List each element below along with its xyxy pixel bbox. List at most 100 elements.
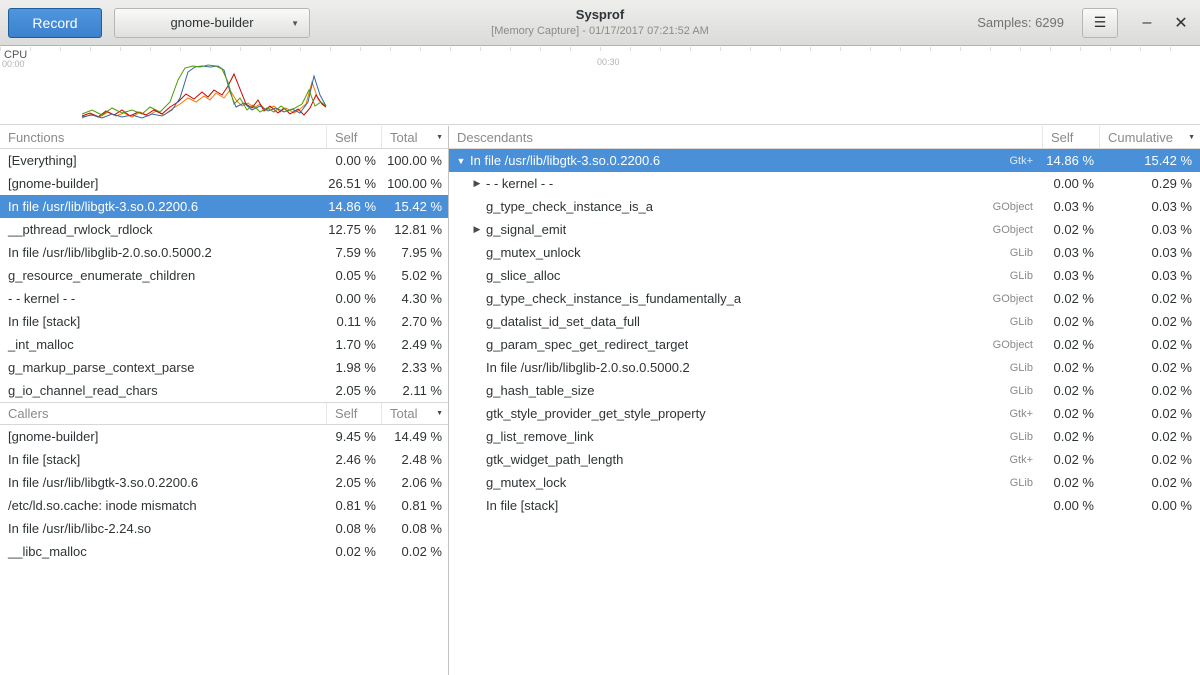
descendant-row[interactable]: In file /usr/lib/libglib-2.0.so.0.5000.2… — [449, 356, 1200, 379]
self-percent: 0.02 % — [1043, 222, 1100, 237]
column-header-self[interactable]: Self — [327, 403, 382, 424]
function-row[interactable]: _int_malloc1.70 %2.49 % — [0, 333, 448, 356]
function-row[interactable]: [Everything]0.00 %100.00 % — [0, 149, 448, 172]
record-button[interactable]: Record — [8, 8, 102, 38]
function-name: g_io_channel_read_chars — [0, 383, 327, 398]
cumulative-percent: 0.02 % — [1100, 314, 1200, 329]
function-row[interactable]: - - kernel - -0.00 %4.30 % — [0, 287, 448, 310]
descendant-row[interactable]: In file [stack]0.00 %0.00 % — [449, 494, 1200, 517]
descendant-row[interactable]: g_type_check_instance_is_aGObject0.03 %0… — [449, 195, 1200, 218]
descendant-row[interactable]: g_type_check_instance_is_fundamentally_a… — [449, 287, 1200, 310]
self-percent: 0.03 % — [1043, 268, 1100, 283]
caller-row[interactable]: In file /usr/lib/libgtk-3.so.0.2200.62.0… — [0, 471, 448, 494]
library-badge: Gtk+ — [1009, 155, 1043, 167]
descendant-name: g_mutex_lock — [486, 475, 566, 490]
descendant-name: - - kernel - - — [486, 176, 553, 191]
library-badge: GLib — [1010, 316, 1043, 328]
close-button[interactable]: ✕ — [1166, 8, 1196, 38]
self-percent: 0.02 % — [327, 544, 382, 559]
expander-icon[interactable]: ▶ — [471, 224, 483, 235]
functions-header: Functions Self Total ▼ — [0, 126, 448, 149]
cumulative-percent: 0.02 % — [1100, 291, 1200, 306]
window-title-block: Sysprof [Memory Capture] - 01/17/2017 07… — [491, 7, 709, 37]
column-header-descendants[interactable]: Descendants — [449, 126, 1043, 148]
caller-row[interactable]: In file [stack]2.46 %2.48 % — [0, 448, 448, 471]
descendant-row[interactable]: ▶- - kernel - -0.00 %0.29 % — [449, 172, 1200, 195]
function-row[interactable]: [gnome-builder]26.51 %100.00 % — [0, 172, 448, 195]
library-badge: GObject — [993, 201, 1043, 213]
descendants-rows: ▼In file /usr/lib/libgtk-3.so.0.2200.6Gt… — [449, 149, 1200, 517]
total-percent: 7.95 % — [382, 245, 448, 260]
self-percent: 9.45 % — [327, 429, 382, 444]
descendant-name: g_param_spec_get_redirect_target — [486, 337, 688, 352]
descendant-name: In file [stack] — [486, 498, 558, 513]
close-icon: ✕ — [1174, 15, 1187, 32]
function-row[interactable]: g_io_channel_read_chars2.05 %2.11 % — [0, 379, 448, 402]
library-badge: GLib — [1010, 270, 1043, 282]
headerbar: Record gnome-builder ▼ Sysprof [Memory C… — [0, 0, 1200, 46]
descendant-row[interactable]: g_datalist_id_set_data_fullGLib0.02 %0.0… — [449, 310, 1200, 333]
cumulative-percent: 0.03 % — [1100, 245, 1200, 260]
total-percent: 2.33 % — [382, 360, 448, 375]
library-badge: GLib — [1010, 385, 1043, 397]
cpu-graph[interactable]: CPU 00:00 00:30 — [0, 47, 1200, 125]
cumulative-percent: 0.03 % — [1100, 268, 1200, 283]
column-header-self[interactable]: Self — [327, 126, 382, 148]
self-percent: 0.02 % — [1043, 429, 1100, 444]
caller-row[interactable]: __libc_malloc0.02 %0.02 % — [0, 540, 448, 563]
self-percent: 14.86 % — [1043, 153, 1100, 168]
self-percent: 0.11 % — [327, 314, 382, 329]
app-title: Sysprof — [491, 7, 709, 22]
function-row[interactable]: g_markup_parse_context_parse1.98 %2.33 % — [0, 356, 448, 379]
self-percent: 0.02 % — [1043, 406, 1100, 421]
sysprof-window: Record gnome-builder ▼ Sysprof [Memory C… — [0, 0, 1200, 675]
expander-icon[interactable]: ▶ — [471, 178, 483, 189]
chevron-down-icon: ▼ — [291, 19, 299, 28]
self-percent: 1.70 % — [327, 337, 382, 352]
descendant-row[interactable]: g_mutex_unlockGLib0.03 %0.03 % — [449, 241, 1200, 264]
function-row[interactable]: In file [stack]0.11 %2.70 % — [0, 310, 448, 333]
caller-row[interactable]: /etc/ld.so.cache: inode mismatch0.81 %0.… — [0, 494, 448, 517]
descendant-row[interactable]: g_param_spec_get_redirect_targetGObject0… — [449, 333, 1200, 356]
descendant-row[interactable]: gtk_style_provider_get_style_property Gtk… — [449, 402, 1200, 425]
function-row[interactable]: g_resource_enumerate_children0.05 %5.02 … — [0, 264, 448, 287]
function-row[interactable]: In file /usr/lib/libgtk-3.so.0.2200.614.… — [0, 195, 448, 218]
descendant-row[interactable]: g_list_remove_linkGLib0.02 %0.02 % — [449, 425, 1200, 448]
total-percent: 100.00 % — [382, 176, 448, 191]
caller-row[interactable]: In file /usr/lib/libc-2.24.so0.08 %0.08 … — [0, 517, 448, 540]
function-name: [gnome-builder] — [0, 176, 327, 191]
caller-row[interactable]: [gnome-builder]9.45 %14.49 % — [0, 425, 448, 448]
descendant-row[interactable]: gtk_widget_path_lengthGtk+0.02 %0.02 % — [449, 448, 1200, 471]
total-percent: 2.48 % — [382, 452, 448, 467]
column-header-functions[interactable]: Functions — [0, 126, 327, 148]
descendant-row[interactable]: g_hash_table_sizeGLib0.02 %0.02 % — [449, 379, 1200, 402]
main-content: Functions Self Total ▼ [Everything]0.00 … — [0, 126, 1200, 675]
column-header-self[interactable]: Self — [1043, 126, 1100, 148]
expander-icon[interactable]: ▼ — [455, 156, 467, 166]
function-row[interactable]: In file /usr/lib/libglib-2.0.so.0.5000.2… — [0, 241, 448, 264]
self-percent: 0.02 % — [1043, 360, 1100, 375]
column-header-total[interactable]: Total ▼ — [382, 403, 448, 424]
cpu-line-green — [82, 65, 326, 115]
library-badge: GLib — [1010, 247, 1043, 259]
descendant-row[interactable]: g_mutex_lockGLib0.02 %0.02 % — [449, 471, 1200, 494]
process-selector[interactable]: gnome-builder ▼ — [114, 8, 310, 38]
descendant-row[interactable]: ▼In file /usr/lib/libgtk-3.so.0.2200.6Gt… — [449, 149, 1200, 172]
cumulative-percent: 0.02 % — [1100, 452, 1200, 467]
functions-rows: [Everything]0.00 %100.00 %[gnome-builder… — [0, 149, 448, 402]
descendant-row[interactable]: g_slice_allocGLib0.03 %0.03 % — [449, 264, 1200, 287]
menu-button[interactable]: ☰ — [1082, 8, 1118, 38]
self-percent: 0.03 % — [1043, 199, 1100, 214]
function-row[interactable]: __pthread_rwlock_rdlock12.75 %12.81 % — [0, 218, 448, 241]
library-badge: Gtk+ — [1009, 408, 1043, 420]
capture-subtitle: [Memory Capture] - 01/17/2017 07:21:52 A… — [491, 25, 709, 37]
minimize-button[interactable]: – — [1132, 8, 1162, 38]
column-header-total[interactable]: Total ▼ — [382, 126, 448, 148]
column-header-cumulative-label: Cumulative — [1108, 130, 1173, 145]
column-header-cumulative[interactable]: Cumulative ▼ — [1100, 126, 1200, 148]
cumulative-percent: 15.42 % — [1100, 153, 1200, 168]
column-header-callers[interactable]: Callers — [0, 403, 327, 424]
descendant-row[interactable]: ▶g_signal_emitGObject0.02 %0.03 % — [449, 218, 1200, 241]
descendant-name: gtk_widget_path_length — [486, 452, 623, 467]
descendant-name: gtk_style_provider_get_style_property — [486, 406, 706, 421]
